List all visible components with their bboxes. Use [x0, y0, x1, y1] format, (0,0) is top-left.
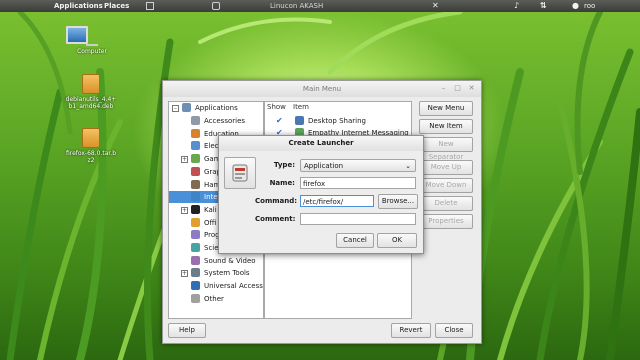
sidebar-item-category[interactable]: Sound & Video: [169, 255, 263, 267]
applications-icon: [182, 103, 191, 112]
desktop-screen: Applications Places Linucon AKASH ✕ ♪ ⇅ …: [0, 0, 640, 360]
sidebar-item-category[interactable]: Other: [169, 293, 263, 305]
list-item[interactable]: ✔ Desktop Sharing: [265, 115, 411, 127]
cancel-button[interactable]: Cancel: [336, 233, 374, 248]
category-label: Offi: [204, 218, 217, 227]
category-icon: [191, 243, 200, 252]
category-label: Accessories: [204, 117, 246, 125]
category-icon: [191, 166, 200, 176]
item-label: Desktop Sharing: [308, 117, 366, 125]
chevron-down-icon: ⌄: [405, 162, 411, 170]
delete-button[interactable]: Delete: [419, 196, 473, 211]
desktop-icon-firefox-archive[interactable]: firefox-68.0.tar.bz2: [65, 128, 117, 164]
category-icon: [191, 293, 200, 303]
column-header-item[interactable]: Item: [293, 103, 309, 111]
launcher-icon-button[interactable]: [224, 157, 256, 189]
category-icon: [191, 255, 200, 265]
move-down-button[interactable]: Move Down: [419, 178, 473, 193]
category-icon: [191, 116, 200, 125]
name-field[interactable]: firefox: [300, 177, 416, 189]
computer-icon: [66, 26, 118, 46]
create-launcher-dialog: Create Launcher Type: Application ⌄ Name…: [218, 135, 424, 254]
comment-field[interactable]: [300, 213, 416, 225]
new-item-button[interactable]: New Item: [419, 119, 473, 134]
category-label: Kali: [204, 205, 217, 214]
category-label: Elec: [204, 142, 219, 151]
revert-button[interactable]: Revert: [391, 323, 431, 338]
category-icon: [191, 192, 200, 202]
desktop-icon-label: debianutils_4.4+b1_amd64.deb: [65, 96, 117, 110]
command-field[interactable]: /etc/firefox/: [300, 195, 374, 207]
desktop-sharing-icon: [295, 116, 304, 125]
sidebar-item-category[interactable]: + System Tools: [169, 267, 263, 279]
network-icon[interactable]: ⇅: [540, 2, 547, 10]
top-panel: Applications Places Linucon AKASH ✕ ♪ ⇅ …: [0, 0, 640, 12]
comment-label: Comment:: [255, 215, 296, 223]
minimize-icon[interactable]: –: [439, 84, 448, 93]
category-label: Universal Access: [204, 282, 263, 291]
new-separator-button[interactable]: New Separator: [419, 137, 473, 161]
category-icon: [191, 230, 200, 240]
dialog-title: Create Launcher: [219, 136, 423, 151]
volume-icon[interactable]: ♪: [514, 2, 519, 10]
tree-label: Applications: [195, 104, 238, 112]
move-up-button[interactable]: Move Up: [419, 160, 473, 175]
category-label: Sound & Video: [204, 256, 256, 265]
browse-button[interactable]: Browse...: [378, 194, 418, 209]
category-icon: [191, 204, 200, 214]
expand-icon[interactable]: +: [181, 206, 188, 214]
category-icon: [191, 179, 200, 189]
category-icon: [191, 217, 200, 227]
help-button[interactable]: Help: [168, 323, 206, 338]
category-icon: [191, 268, 200, 278]
close-icon[interactable]: ✕: [467, 84, 476, 93]
category-label: Scie: [204, 244, 219, 252]
sidebar-item-category[interactable]: Accessories: [169, 115, 263, 127]
desktop-icon-label: firefox-68.0.tar.bz2: [65, 150, 117, 164]
close-button[interactable]: Close: [435, 323, 473, 338]
type-label: Type:: [273, 161, 295, 169]
maximize-icon[interactable]: □: [453, 84, 462, 93]
user-icon[interactable]: ●: [572, 2, 579, 10]
expand-icon[interactable]: +: [181, 156, 188, 164]
ok-button[interactable]: OK: [377, 233, 417, 248]
terminal-icon[interactable]: [146, 2, 154, 10]
category-icon: [191, 128, 200, 138]
archive-icon: [82, 128, 100, 148]
name-label: Name:: [269, 179, 295, 187]
category-label: Inte: [204, 193, 218, 202]
show-checkbox[interactable]: ✔: [276, 117, 283, 125]
main-menu-titlebar[interactable]: Main Menu – □ ✕: [163, 81, 481, 97]
type-select[interactable]: Application ⌄: [300, 159, 416, 172]
collapse-icon[interactable]: –: [172, 105, 179, 112]
column-header-show[interactable]: Show: [267, 103, 286, 111]
new-menu-button[interactable]: New Menu: [419, 101, 473, 116]
applications-menu[interactable]: Applications: [54, 2, 103, 10]
window-title: Linucon AKASH: [270, 2, 324, 10]
type-value: Application: [304, 162, 344, 170]
places-menu[interactable]: Places: [104, 2, 129, 10]
package-icon: [82, 74, 100, 94]
properties-button[interactable]: Properties: [419, 214, 473, 229]
category-icon: [191, 154, 200, 164]
user-name[interactable]: roo: [584, 2, 595, 10]
category-label: System Tools: [204, 269, 250, 278]
window-title: Main Menu: [302, 85, 342, 93]
category-icon: [191, 141, 200, 151]
desktop-icon-computer[interactable]: Computer: [66, 26, 118, 55]
command-label: Command:: [255, 197, 298, 205]
sidebar-item-category[interactable]: Universal Access: [169, 280, 263, 292]
desktop-icon-label: Computer: [77, 48, 107, 55]
tree-root-applications[interactable]: – Applications: [169, 102, 263, 114]
desktop-icon-deb-package[interactable]: debianutils_4.4+b1_amd64.deb: [65, 74, 117, 110]
category-label: Other: [204, 294, 224, 303]
launcher-icon: [232, 164, 248, 182]
close-window-icon[interactable]: ✕: [432, 2, 439, 10]
browser-launcher-icon[interactable]: [212, 2, 220, 10]
category-icon: [191, 281, 200, 291]
expand-icon[interactable]: +: [181, 270, 188, 278]
